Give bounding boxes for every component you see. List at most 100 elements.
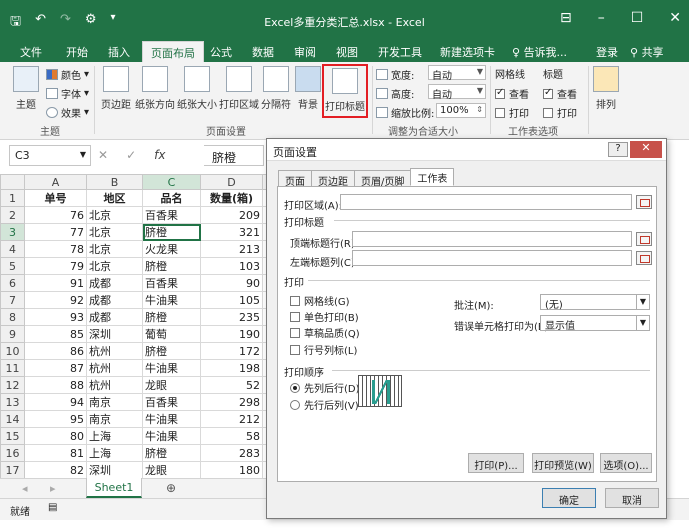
row-header[interactable]: 7 [0, 291, 25, 309]
cell[interactable]: 235 [200, 308, 263, 326]
row-header[interactable]: 11 [0, 359, 25, 377]
cell[interactable]: 78 [24, 240, 87, 258]
tab-view[interactable]: 视图 [336, 44, 358, 60]
row-header[interactable]: 4 [0, 240, 25, 258]
cell[interactable]: 品名 [142, 189, 201, 207]
formula-input[interactable]: 脐橙 [204, 145, 264, 166]
cell[interactable]: 85 [24, 325, 87, 343]
column-header-d[interactable]: D [200, 174, 263, 190]
print-button[interactable]: 打印(P)... [468, 453, 524, 473]
draft-quality-checkbox[interactable]: 草稿品质(Q) [290, 325, 360, 340]
row-header[interactable]: 2 [0, 206, 25, 224]
cell[interactable]: 上海 [86, 427, 143, 445]
row-header[interactable]: 1 [0, 189, 25, 207]
headings-print-checkbox[interactable]: 打印 [543, 105, 577, 120]
cell[interactable]: 172 [200, 342, 263, 360]
cell[interactable]: 209 [200, 206, 263, 224]
print-titles-button[interactable]: 打印标题 [322, 64, 368, 118]
orientation-button[interactable]: 纸张方向 [134, 66, 176, 111]
close-icon[interactable]: ✕ [669, 10, 681, 26]
effects-button[interactable]: 效果 ▾ [46, 105, 89, 120]
arrange-button[interactable]: 排列 [592, 66, 620, 111]
sign-in-link[interactable]: 登录 [596, 44, 618, 60]
row-header[interactable]: 16 [0, 444, 25, 462]
cell[interactable]: 火龙果 [142, 240, 201, 258]
over-then-down-radio[interactable]: 先行后列(V) [290, 397, 359, 412]
cell[interactable]: 105 [200, 291, 263, 309]
cell[interactable]: 80 [24, 427, 87, 445]
cancel-button[interactable]: 取消 [605, 488, 659, 508]
minimize-icon[interactable]: – [598, 10, 605, 26]
column-header-b[interactable]: B [86, 174, 143, 190]
row-header[interactable]: 9 [0, 325, 25, 343]
cell[interactable]: 95 [24, 410, 87, 428]
macro-record-icon[interactable]: ▤ [48, 502, 57, 513]
cell[interactable]: 91 [24, 274, 87, 292]
cell[interactable]: 79 [24, 257, 87, 275]
options-button[interactable]: 选项(O)... [600, 453, 652, 473]
tab-formulas[interactable]: 公式 [210, 44, 232, 60]
cell[interactable]: 北京 [86, 240, 143, 258]
cell[interactable]: 上海 [86, 444, 143, 462]
cell[interactable]: 龙眼 [142, 461, 201, 479]
cell[interactable]: 180 [200, 461, 263, 479]
tab-new[interactable]: 新建选项卡 [440, 44, 495, 60]
cell[interactable]: 321 [200, 223, 263, 241]
insert-function-icon[interactable]: fx [154, 148, 165, 162]
print-preview-button[interactable]: 打印预览(W) [532, 453, 594, 473]
tab-home[interactable]: 开始 [66, 44, 88, 60]
tab-file[interactable]: 文件 [20, 44, 42, 60]
row-header[interactable]: 17 [0, 461, 25, 479]
cell[interactable]: 南京 [86, 393, 143, 411]
cell[interactable]: 190 [200, 325, 263, 343]
cell[interactable]: 脐橙 [142, 308, 201, 326]
cell[interactable]: 88 [24, 376, 87, 394]
themes-button[interactable]: 主题 [8, 66, 44, 111]
column-header-c[interactable]: C [142, 174, 201, 190]
cell[interactable]: 212 [200, 410, 263, 428]
cell[interactable]: 283 [200, 444, 263, 462]
cell[interactable]: 58 [200, 427, 263, 445]
cell[interactable]: 深圳 [86, 461, 143, 479]
cell[interactable]: 杭州 [86, 342, 143, 360]
cell[interactable]: 198 [200, 359, 263, 377]
cols-to-repeat-input[interactable] [352, 250, 632, 266]
cell[interactable]: 94 [24, 393, 87, 411]
cell[interactable]: 82 [24, 461, 87, 479]
add-sheet-icon[interactable]: ⊕ [166, 481, 176, 495]
cell[interactable]: 103 [200, 257, 263, 275]
cell[interactable]: 地区 [86, 189, 143, 207]
cell[interactable]: 脐橙 [142, 223, 201, 241]
cell[interactable]: 杭州 [86, 376, 143, 394]
scroll-right-icon[interactable]: ▸ [50, 482, 56, 495]
cell[interactable]: 牛油果 [142, 427, 201, 445]
colors-button[interactable]: 颜色 ▾ [46, 67, 89, 82]
cell[interactable]: 298 [200, 393, 263, 411]
cell[interactable]: 单号 [24, 189, 87, 207]
sheet-tab-sheet1[interactable]: Sheet1 [86, 478, 142, 498]
cell[interactable]: 百香果 [142, 274, 201, 292]
ok-button[interactable]: 确定 [542, 488, 596, 508]
gridlines-print-checkbox[interactable]: 打印 [495, 105, 529, 120]
breaks-button[interactable]: 分隔符 [260, 66, 292, 111]
cell[interactable]: 牛油果 [142, 359, 201, 377]
fonts-button[interactable]: 字体 ▾ [46, 86, 89, 101]
cell[interactable]: 90 [200, 274, 263, 292]
cell[interactable]: 杭州 [86, 359, 143, 377]
cell[interactable]: 北京 [86, 206, 143, 224]
cell[interactable]: 百香果 [142, 206, 201, 224]
print-area-button[interactable]: 打印区域 [218, 66, 260, 111]
ribbon-display-icon[interactable]: ⊟ [560, 10, 572, 26]
cell[interactable]: 87 [24, 359, 87, 377]
select-all-corner[interactable] [0, 174, 25, 190]
black-white-checkbox[interactable]: 单色打印(B) [290, 309, 359, 324]
cell[interactable]: 龙眼 [142, 376, 201, 394]
cell[interactable]: 脐橙 [142, 444, 201, 462]
tab-insert[interactable]: 插入 [108, 44, 130, 60]
cell[interactable]: 81 [24, 444, 87, 462]
background-button[interactable]: 背景 [294, 66, 322, 111]
cell[interactable]: 92 [24, 291, 87, 309]
scale-spinner[interactable]: 100% ⇕ [436, 103, 486, 118]
row-header[interactable]: 15 [0, 427, 25, 445]
print-area-input[interactable] [340, 194, 632, 210]
